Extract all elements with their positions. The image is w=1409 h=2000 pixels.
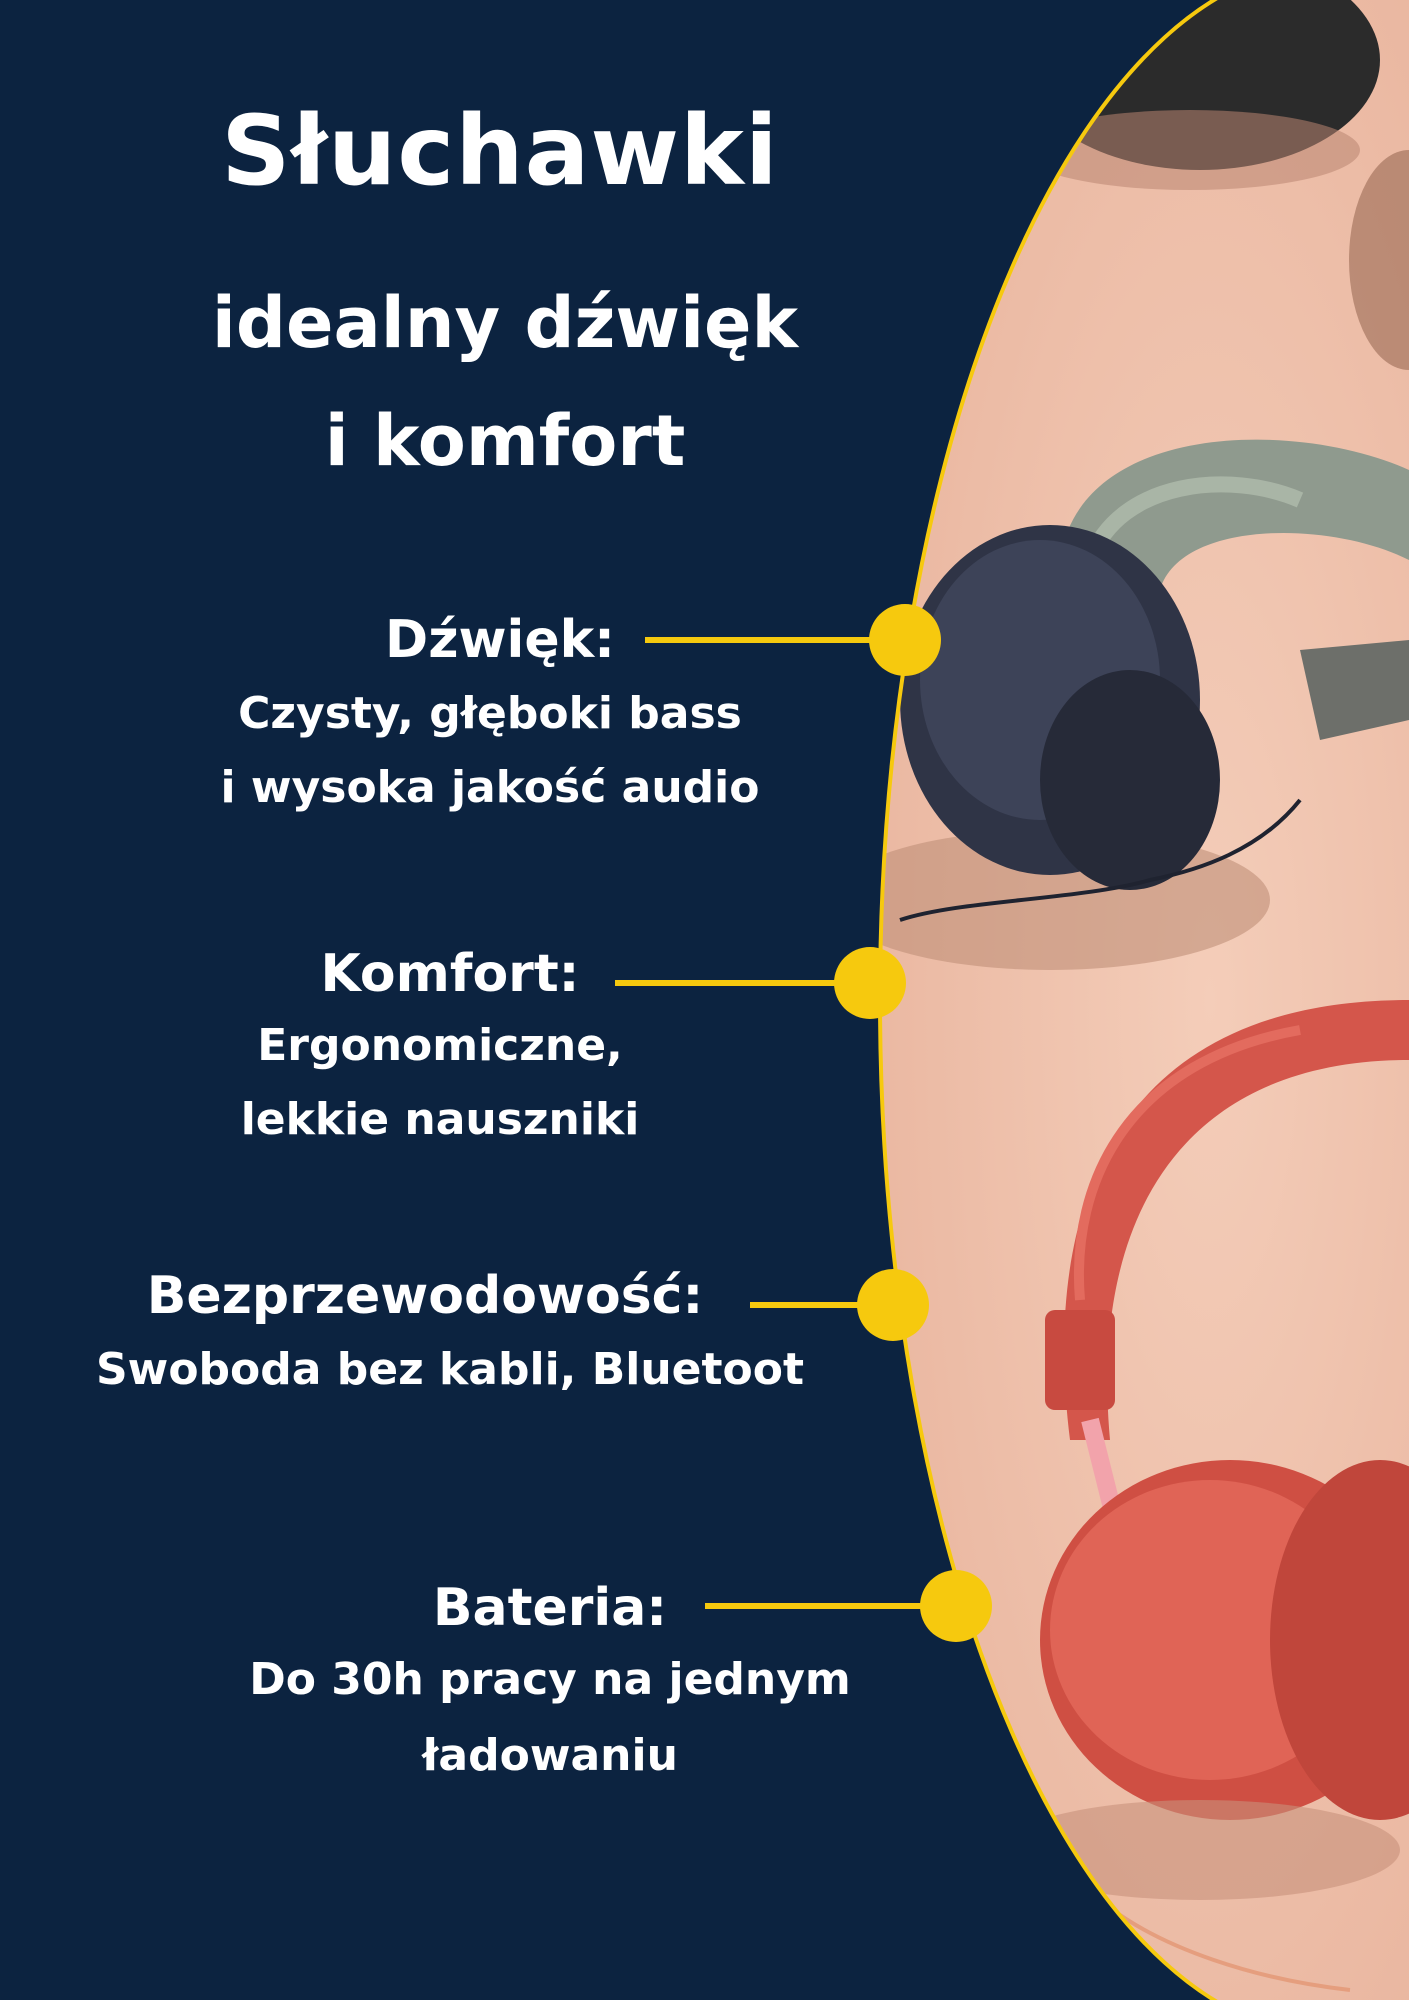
- feature-desc-bezprzewodowosc-1: Swoboda bez kabli, Bluetoot: [95, 1344, 805, 1395]
- feature-desc-komfort-2: lekkie nauszniki: [240, 1094, 640, 1145]
- feature-label-komfort: Komfort:: [320, 944, 580, 1004]
- feature-desc-bateria-1: Do 30h pracy na jednym: [249, 1654, 851, 1705]
- marker-dot-dzwiek: [869, 604, 941, 676]
- poster: Słuchawki idealny dźwięk i komfort Dźwię…: [0, 0, 1409, 2000]
- feature-label-bateria: Bateria:: [432, 1578, 668, 1638]
- feature-desc-komfort-1: Ergonomiczne,: [257, 1020, 623, 1071]
- subtitle-line-1: idealny dźwięk: [211, 282, 799, 364]
- page-title: Słuchawki: [221, 95, 779, 207]
- feature-label-dzwiek: Dźwięk:: [385, 610, 615, 670]
- feature-label-bezprzewodowosc: Bezprzewodowość:: [146, 1266, 704, 1326]
- subtitle-line-2: i komfort: [324, 400, 686, 482]
- feature-desc-bateria-2: ładowaniu: [422, 1730, 678, 1781]
- feature-desc-dzwiek-2: i wysoka jakość audio: [220, 762, 760, 813]
- marker-dot-bezprzewodowosc: [857, 1269, 929, 1341]
- feature-desc-dzwiek-1: Czysty, głęboki bass: [238, 688, 742, 739]
- marker-dot-komfort: [834, 947, 906, 1019]
- marker-dot-bateria: [920, 1570, 992, 1642]
